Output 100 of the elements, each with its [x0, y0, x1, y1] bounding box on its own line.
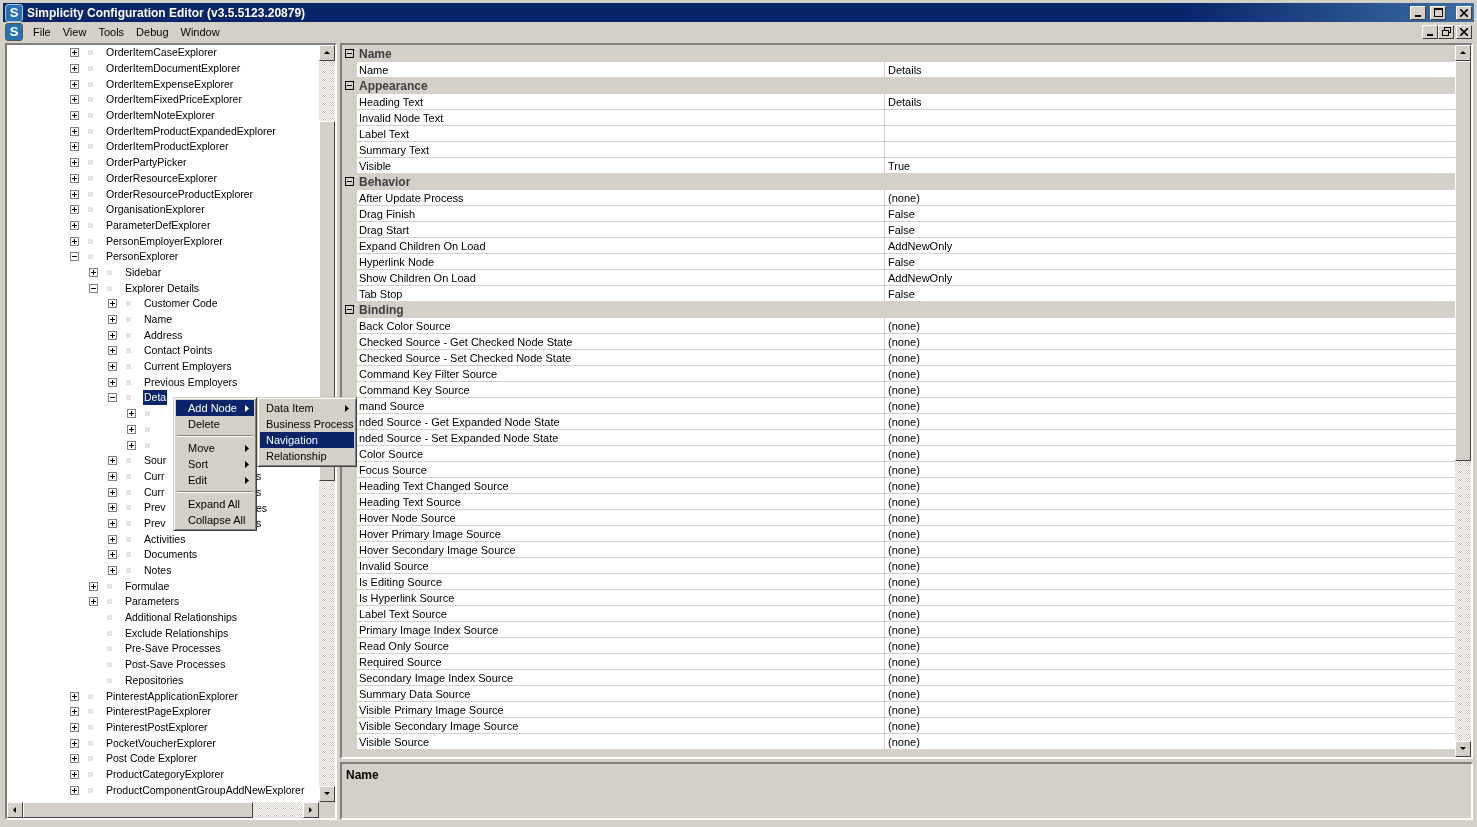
menu-item[interactable]: Tools — [92, 23, 131, 40]
tree-item[interactable]: Repositories — [124, 672, 185, 688]
property-name[interactable]: Primary Image Index Source — [357, 622, 885, 638]
collapse-icon[interactable] — [345, 305, 354, 314]
menu-item[interactable]: Navigation — [260, 432, 354, 448]
expand-icon[interactable] — [107, 503, 117, 513]
tree-item[interactable]: Previous Employers — [143, 374, 239, 390]
tree-item[interactable]: Pre-Save Processes — [124, 641, 222, 657]
property-value[interactable]: AddNewOnly — [885, 270, 1455, 286]
menu-item[interactable]: Move — [176, 440, 254, 456]
horizontal-scrollbar[interactable] — [7, 802, 335, 818]
property-value[interactable]: (none) — [885, 334, 1455, 350]
expand-icon[interactable] — [126, 409, 136, 419]
property-name[interactable]: Heading Text Changed Source — [357, 478, 885, 494]
property-name[interactable]: Drag Finish — [357, 206, 885, 222]
expand-icon[interactable] — [126, 440, 136, 450]
property-name[interactable]: Command Key Filter Source — [357, 366, 885, 382]
property-name[interactable]: Hover Secondary Image Source — [357, 542, 885, 558]
property-value[interactable]: (none) — [885, 462, 1455, 478]
expand-icon[interactable] — [88, 597, 98, 607]
expand-icon[interactable] — [69, 189, 79, 199]
tree-item[interactable]: Activities — [143, 531, 187, 547]
property-value[interactable]: (none) — [885, 558, 1455, 574]
property-name[interactable]: Heading Text Source — [357, 494, 885, 510]
tree-item[interactable]: PersonExplorer — [105, 249, 180, 265]
expand-icon[interactable] — [107, 487, 117, 497]
tree-item[interactable]: OrderResourceExplorer — [105, 170, 218, 186]
property-value[interactable]: (none) — [885, 366, 1455, 382]
property-name[interactable]: After Update Process — [357, 190, 885, 206]
document-logo[interactable]: S — [5, 22, 23, 41]
tree-item[interactable]: OrganisationExplorer — [105, 202, 206, 218]
menu-item[interactable]: Expand All — [176, 496, 254, 512]
property-name[interactable]: nded Source - Get Expanded Node State — [357, 414, 885, 430]
property-value[interactable]: (none) — [885, 542, 1455, 558]
tree-item[interactable]: PinterestPageExplorer — [105, 704, 213, 720]
expand-icon[interactable] — [107, 471, 117, 481]
tree-item[interactable]: Post-Save Processes — [124, 657, 227, 673]
tree-item[interactable]: Documents — [143, 547, 199, 563]
property-name[interactable]: Visible Primary Image Source — [357, 702, 885, 718]
menu-item[interactable]: Business Process — [260, 416, 354, 432]
tree-item[interactable]: ParameterDefExplorer — [105, 217, 212, 233]
collapse-icon[interactable] — [88, 283, 98, 293]
property-name[interactable]: Is Editing Source — [357, 574, 885, 590]
close-button[interactable] — [1456, 24, 1472, 39]
collapse-icon[interactable] — [345, 81, 354, 90]
expand-icon[interactable] — [69, 48, 79, 58]
property-value[interactable]: (none) — [885, 510, 1455, 526]
scroll-thumb[interactable] — [23, 802, 253, 818]
tree-item[interactable]: Sidebar — [124, 264, 163, 280]
expand-icon[interactable] — [107, 534, 117, 544]
tree-item[interactable]: Curr — [143, 484, 166, 500]
property-value[interactable]: False — [885, 222, 1455, 238]
property-name[interactable]: Invalid Node Text — [357, 110, 885, 126]
property-name[interactable]: Is Hyperlink Source — [357, 590, 885, 606]
property-name[interactable]: Drag Start — [357, 222, 885, 238]
property-name[interactable]: Secondary Image Index Source — [357, 670, 885, 686]
menu-item[interactable]: Edit — [176, 472, 254, 488]
property-name[interactable]: Visible Source — [357, 734, 885, 750]
menu-item[interactable]: Add Node — [176, 400, 254, 416]
menu-item[interactable]: View — [56, 23, 93, 40]
property-value[interactable]: (none) — [885, 686, 1455, 702]
property-name[interactable]: Required Source — [357, 654, 885, 670]
property-value[interactable]: (none) — [885, 654, 1455, 670]
expand-icon[interactable] — [107, 299, 117, 309]
property-value[interactable]: (none) — [885, 638, 1455, 654]
property-name[interactable]: nded Source - Set Expanded Node State — [357, 430, 885, 446]
tree-item[interactable]: PinterestPostExplorer — [105, 719, 209, 735]
tree-item[interactable]: OrderPartyPicker — [105, 155, 188, 171]
tree-item[interactable]: PinterestApplicationExplorer — [105, 688, 239, 704]
minimize-button[interactable] — [1410, 5, 1426, 20]
property-value[interactable]: (none) — [885, 318, 1455, 334]
tree-item[interactable]: OrderItemNoteExplorer — [105, 108, 216, 124]
tree-item[interactable]: PersonEmployerExplorer — [105, 233, 224, 249]
property-value[interactable]: AddNewOnly — [885, 238, 1455, 254]
tree-item[interactable]: OrderItemFixedPriceExplorer — [105, 92, 243, 108]
property-name[interactable]: Show Children On Load — [357, 270, 885, 286]
tree-item[interactable]: OrderItemProductExplorer — [105, 139, 230, 155]
property-value[interactable]: False — [885, 286, 1455, 302]
expand-icon[interactable] — [107, 346, 117, 356]
menu-item[interactable]: Delete — [176, 416, 254, 432]
expand-icon[interactable] — [107, 566, 117, 576]
property-value[interactable]: (none) — [885, 414, 1455, 430]
tree-item[interactable]: Prev — [143, 500, 167, 516]
property-value[interactable]: Details — [885, 62, 1455, 78]
tree-item[interactable]: Prev — [143, 515, 167, 531]
property-name[interactable]: Heading Text — [357, 94, 885, 110]
expand-icon[interactable] — [69, 95, 79, 105]
expand-icon[interactable] — [69, 79, 79, 89]
tree-item[interactable]: OrderItemCaseExplorer — [105, 45, 218, 61]
property-value[interactable]: (none) — [885, 446, 1455, 462]
expand-icon[interactable] — [69, 220, 79, 230]
property-value[interactable]: (none) — [885, 350, 1455, 366]
scroll-down-button[interactable] — [1455, 741, 1471, 757]
tree-item[interactable]: Explorer Details — [124, 280, 201, 296]
expand-icon[interactable] — [126, 424, 136, 434]
property-name[interactable]: Summary Data Source — [357, 686, 885, 702]
expand-icon[interactable] — [107, 330, 117, 340]
scroll-left-button[interactable] — [7, 802, 23, 818]
scroll-up-button[interactable] — [1455, 45, 1471, 61]
tree-item[interactable]: OrderItemProductExpandedExplorer — [105, 123, 277, 139]
